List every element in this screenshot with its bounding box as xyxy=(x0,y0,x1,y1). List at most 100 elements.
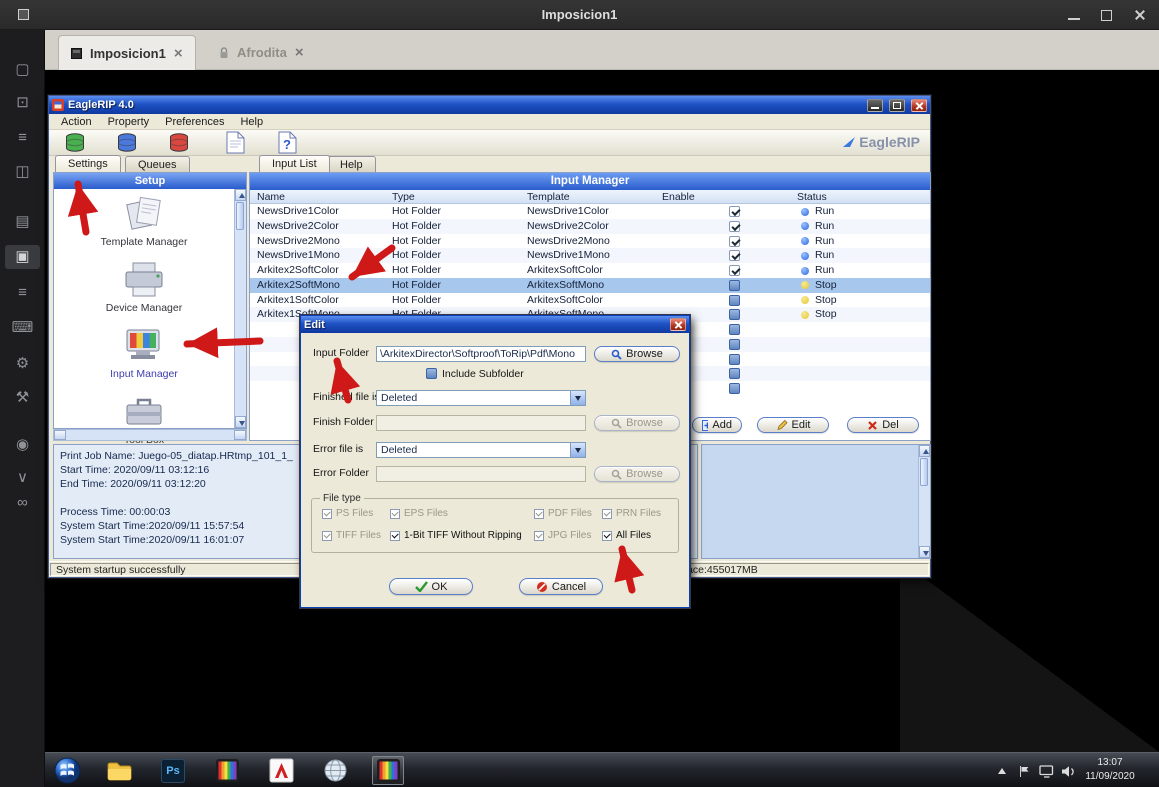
display-icon[interactable] xyxy=(1037,763,1055,779)
pdf-reader-icon[interactable] xyxy=(265,756,297,785)
enable-checkbox[interactable] xyxy=(729,250,740,261)
tab-afrodita[interactable]: Afrodita × xyxy=(207,35,316,70)
scroll-up-icon[interactable] xyxy=(919,445,930,457)
delete-input-database-icon[interactable] xyxy=(167,131,193,155)
table-row[interactable]: NewsDrive2ColorHot FolderNewsDrive2Color… xyxy=(250,219,930,234)
restore-button[interactable] xyxy=(1097,7,1115,23)
flag-icon[interactable] xyxy=(1015,763,1033,779)
table-row[interactable]: NewsDrive1MonoHot FolderNewsDrive1MonoRu… xyxy=(250,248,930,263)
scroll-right-icon[interactable] xyxy=(234,430,246,440)
chevron-down-icon[interactable] xyxy=(570,391,585,405)
setup-item-template-manager[interactable]: Template Manager xyxy=(54,193,234,248)
close-button[interactable] xyxy=(1131,7,1149,23)
chevron-down-icon[interactable]: ∨ xyxy=(0,466,45,490)
table-row[interactable]: Arkitex2SoftColorHot FolderArkitexSoftCo… xyxy=(250,263,930,278)
add-button[interactable]: Add xyxy=(692,417,742,433)
minimize-button[interactable] xyxy=(1065,7,1083,23)
tab-queues[interactable]: Queues xyxy=(125,156,190,172)
scroll-down-icon[interactable] xyxy=(235,416,246,428)
enable-checkbox[interactable] xyxy=(729,339,740,350)
browse-input-folder-button[interactable]: Browse xyxy=(594,346,680,362)
list-icon[interactable]: ≡ xyxy=(0,281,45,305)
scroll-down-icon[interactable] xyxy=(919,546,930,558)
info-scrollbar[interactable] xyxy=(918,445,930,558)
tab-close-icon[interactable]: × xyxy=(174,45,183,62)
dialog-titlebar[interactable]: Edit xyxy=(301,316,689,333)
checkbox-icon[interactable] xyxy=(390,531,400,541)
add-input-database-icon[interactable] xyxy=(63,131,89,155)
scroll-up-icon[interactable] xyxy=(235,189,246,201)
record-icon[interactable]: ◉ xyxy=(0,433,45,457)
panel-layout-icon[interactable]: ◫ xyxy=(0,160,45,184)
crop-icon[interactable]: ▤ xyxy=(0,210,45,234)
table-row[interactable]: Arkitex2SoftMonoHot FolderArkitexSoftMon… xyxy=(250,278,930,293)
screenshot-region-icon[interactable]: ▢ xyxy=(0,58,45,82)
enable-checkbox[interactable] xyxy=(729,309,740,320)
table-row[interactable]: Arkitex1SoftColorHot FolderArkitexSoftCo… xyxy=(250,293,930,308)
filetype-all-files[interactable]: All Files xyxy=(602,530,651,541)
tab-close-icon[interactable]: × xyxy=(295,44,304,61)
include-subfolder-checkbox[interactable] xyxy=(426,368,437,379)
fullscreen-icon[interactable]: ⊡ xyxy=(0,91,45,115)
taskbar-clock[interactable]: 13:07 11/09/2020 xyxy=(1077,756,1143,784)
browser-icon[interactable] xyxy=(319,756,351,785)
link-icon[interactable]: ∞ xyxy=(0,491,45,515)
scroll-left-icon[interactable] xyxy=(54,430,66,440)
chevron-down-icon[interactable] xyxy=(570,443,585,457)
tools-wrench-icon[interactable]: ⚒ xyxy=(0,386,45,410)
settings-gear-icon[interactable]: ⚙ xyxy=(0,352,45,376)
tab-input-list[interactable]: Input List xyxy=(259,155,330,172)
enable-checkbox[interactable] xyxy=(729,236,740,247)
enable-checkbox[interactable] xyxy=(729,221,740,232)
colors-app-icon[interactable] xyxy=(211,756,243,785)
new-document-icon[interactable] xyxy=(225,131,251,155)
help-document-icon[interactable]: ? xyxy=(277,131,303,155)
menu-item-help[interactable]: Help xyxy=(232,116,271,128)
minimize-button[interactable] xyxy=(867,99,883,112)
enable-checkbox[interactable] xyxy=(729,383,740,394)
edit-button[interactable]: Edit xyxy=(757,417,829,433)
enable-checkbox[interactable] xyxy=(729,206,740,217)
setup-hscrollbar[interactable] xyxy=(53,429,247,441)
tray-expand-icon[interactable] xyxy=(993,763,1011,779)
tab-help[interactable]: Help xyxy=(327,156,376,172)
filetype-1-bit-tiff-without-ripping[interactable]: 1-Bit TIFF Without Ripping xyxy=(390,530,522,541)
start-button[interactable] xyxy=(51,756,83,785)
delete-button[interactable]: Del xyxy=(847,417,919,433)
menu-item-action[interactable]: Action xyxy=(53,116,100,128)
menu-item-property[interactable]: Property xyxy=(100,116,158,128)
enable-checkbox[interactable] xyxy=(729,354,740,365)
keyboard-icon[interactable]: ⌨ xyxy=(0,316,45,340)
tab-imposicion1[interactable]: Imposicion1 × xyxy=(58,35,196,70)
maximize-button[interactable] xyxy=(889,99,905,112)
close-button[interactable] xyxy=(911,99,927,112)
enable-checkbox[interactable] xyxy=(729,295,740,306)
setup-scrollbar[interactable] xyxy=(234,189,246,428)
dialog-close-button[interactable] xyxy=(670,318,686,331)
error-file-dropdown[interactable]: Deleted xyxy=(376,442,586,458)
photoshop-icon[interactable]: Ps xyxy=(157,756,189,785)
screenshot-tool-icon[interactable]: ▣ xyxy=(5,245,40,269)
enable-checkbox[interactable] xyxy=(729,368,740,379)
finished-file-dropdown[interactable]: Deleted xyxy=(376,390,586,406)
setup-item-input-manager[interactable]: Input Manager xyxy=(54,325,234,380)
enable-checkbox[interactable] xyxy=(729,265,740,276)
volume-icon[interactable] xyxy=(1059,763,1077,779)
table-row[interactable]: NewsDrive1ColorHot FolderNewsDrive1Color… xyxy=(250,204,930,219)
input-folder-field[interactable] xyxy=(376,346,586,362)
enable-checkbox[interactable] xyxy=(729,280,740,291)
explorer-icon[interactable] xyxy=(103,756,135,785)
enable-checkbox[interactable] xyxy=(729,324,740,335)
setup-item-device-manager[interactable]: Device Manager xyxy=(54,259,234,314)
eaglerip-titlebar[interactable]: EagleRIP 4.0 xyxy=(49,96,930,114)
scroll-thumb[interactable] xyxy=(920,458,928,486)
menu-item-preferences[interactable]: Preferences xyxy=(157,116,232,128)
enable-input-database-icon[interactable] xyxy=(115,131,141,155)
checkbox-icon[interactable] xyxy=(602,531,612,541)
eaglerip-taskbar-icon[interactable] xyxy=(372,756,404,785)
ok-button[interactable]: OK xyxy=(389,578,473,595)
tab-settings[interactable]: Settings xyxy=(55,155,121,172)
menu-lines-icon[interactable]: ≡ xyxy=(0,126,45,150)
cancel-button[interactable]: Cancel xyxy=(519,578,603,595)
table-row[interactable]: NewsDrive2MonoHot FolderNewsDrive2MonoRu… xyxy=(250,234,930,249)
